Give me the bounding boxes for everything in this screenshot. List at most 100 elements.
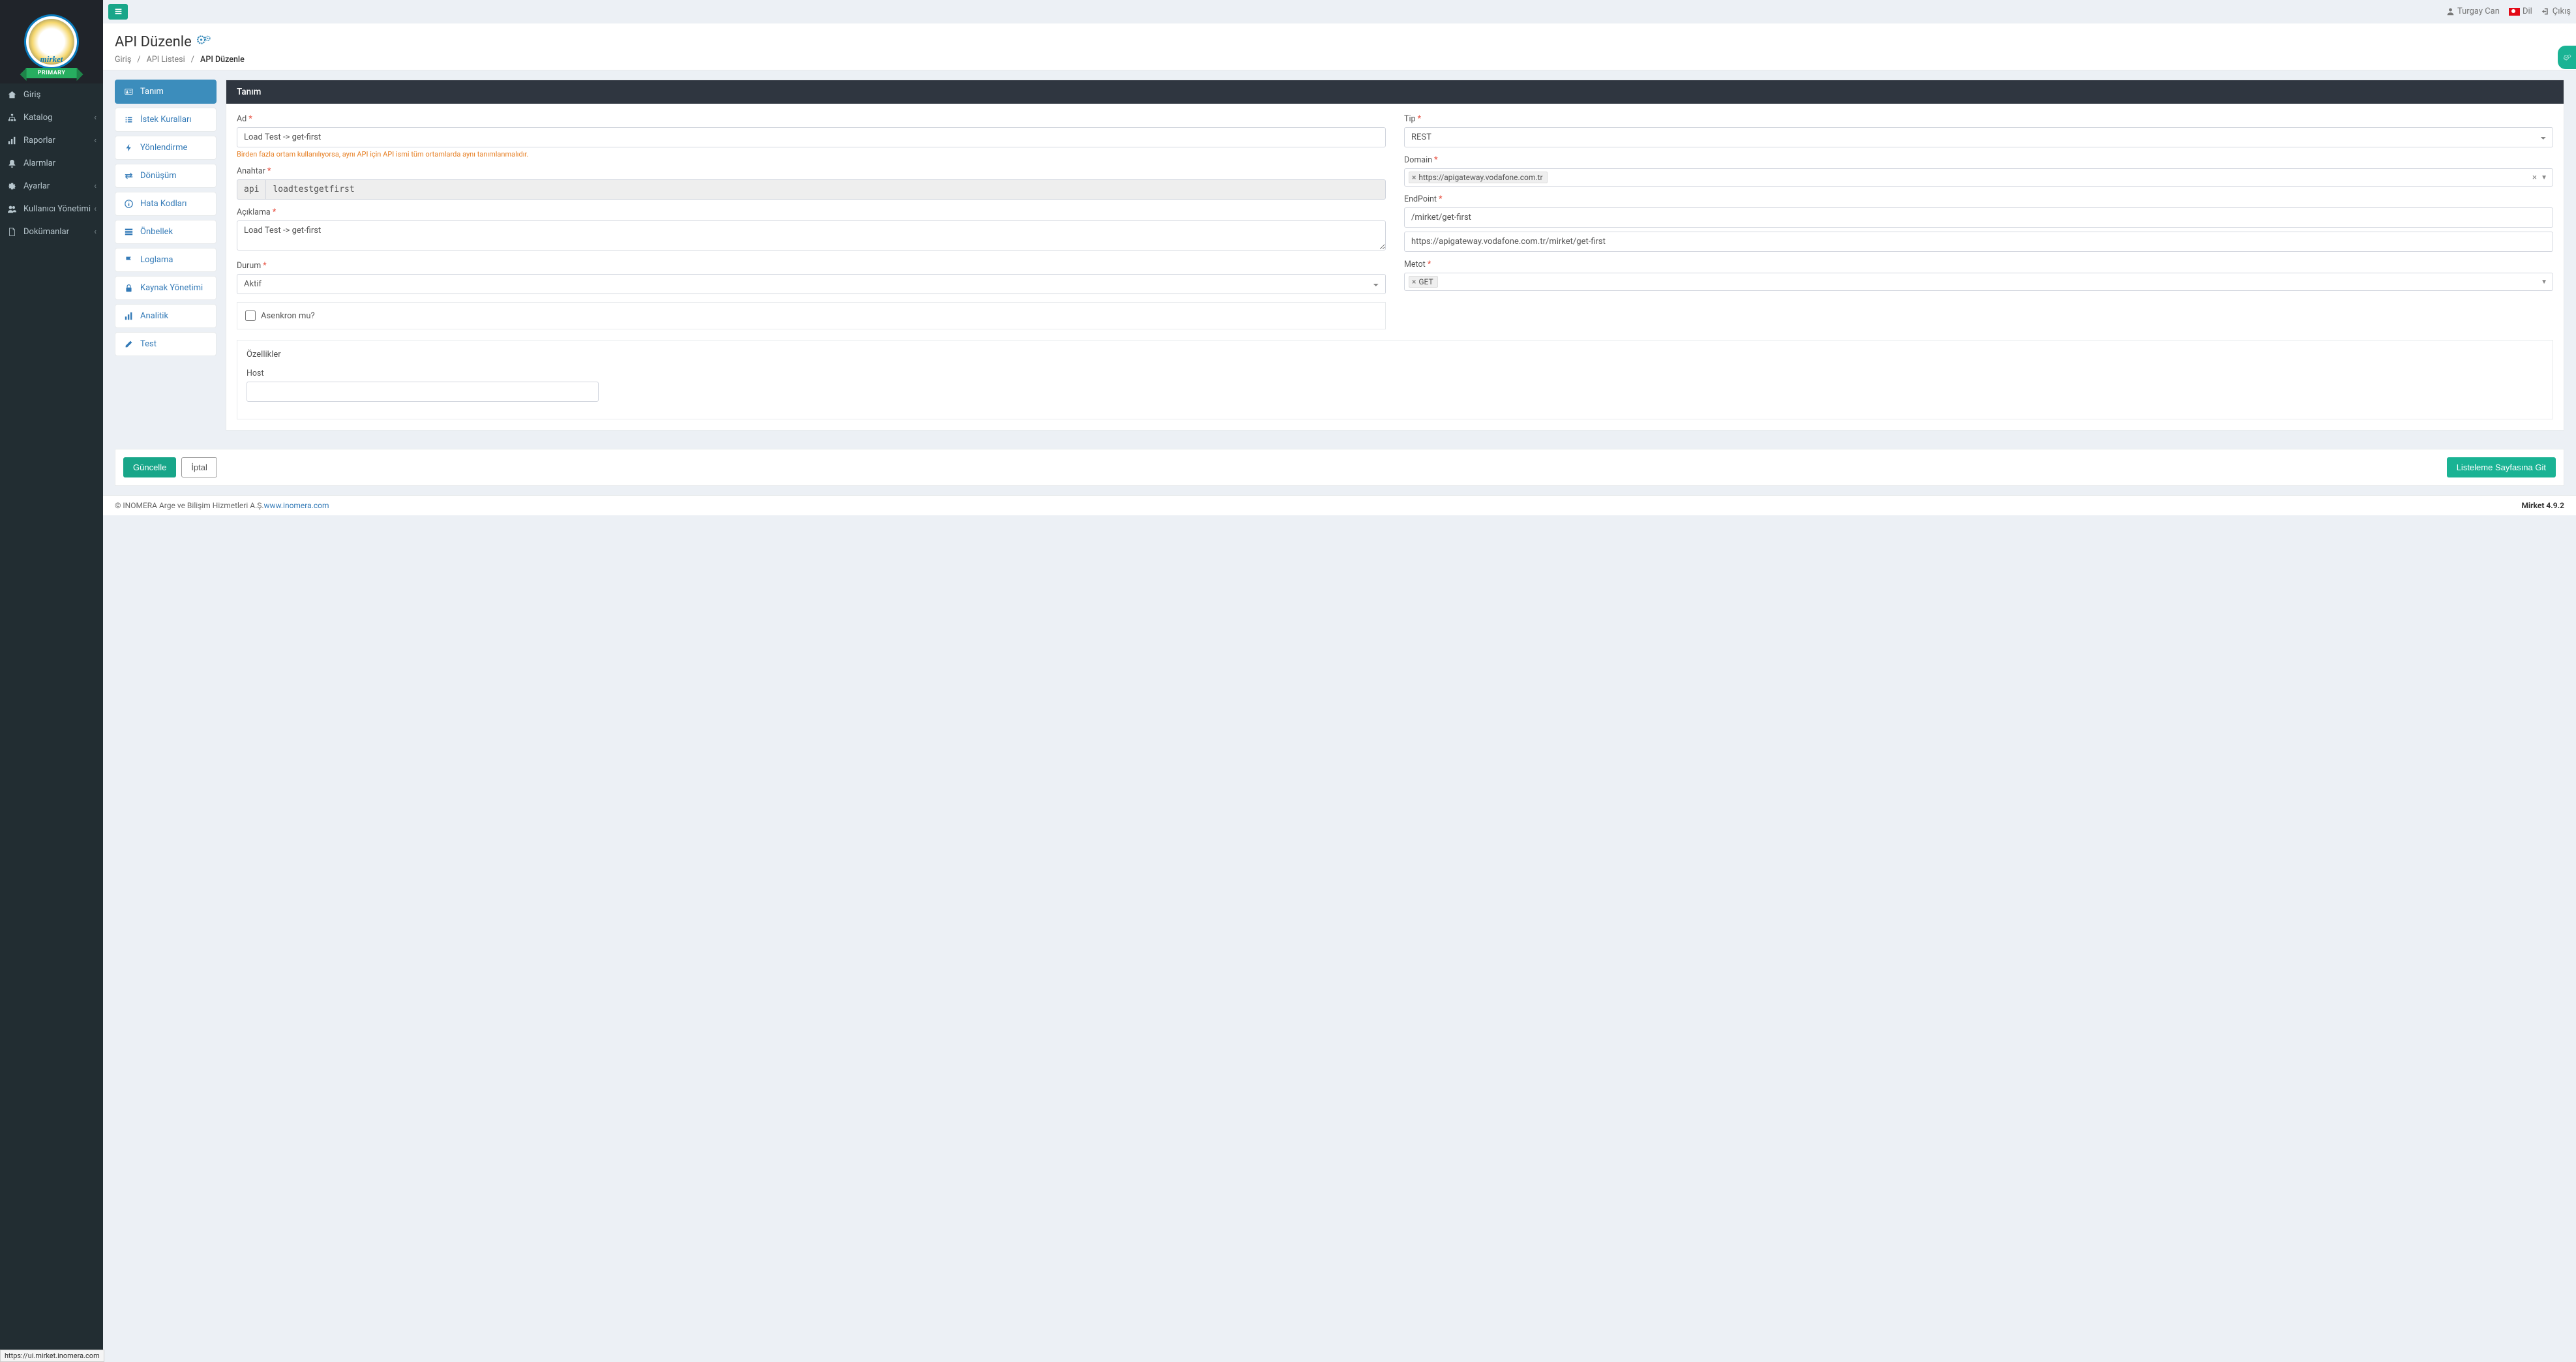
chevron-left-icon: ‹ [94,204,97,214]
breadcrumb-sep: / [137,55,140,65]
tab-label: Önbellek [140,227,173,237]
nav-item-alarmlar[interactable]: Alarmlar [0,152,103,175]
select-tip[interactable]: REST [1404,127,2553,147]
tab-label: İstek Kuralları [140,115,192,125]
label-ad: Ad * [237,114,1386,124]
logout-button[interactable]: Çıkış [2541,7,2571,16]
tab-yonlendirme[interactable]: Yönlendirme [115,136,217,160]
logout-icon [2541,7,2550,16]
select-durum[interactable]: Aktif [237,274,1386,294]
gears-icon [2563,53,2571,62]
gears-icon [197,33,211,51]
lock-icon [125,284,134,292]
footer-copyright: © INOMERA Arge ve Bilişim Hizmetleri A.Ş… [115,501,264,510]
flag-icon [125,256,134,264]
nav-label: Kullanıcı Yönetimi [23,204,91,214]
nav-label: Katalog [23,113,52,123]
nav-label: Alarmlar [23,159,55,168]
tab-label: Kaynak Yönetimi [140,283,203,293]
nav-label: Giriş [23,90,40,100]
storage-icon [125,228,134,236]
logo[interactable]: mirket [24,14,79,69]
nav-item-ayarlar[interactable]: Ayarlar ‹ [0,175,103,198]
breadcrumb-active: API Düzenle [200,55,245,65]
topbar-right: Turgay Can Dil Çıkış [2446,7,2571,16]
clear-icon[interactable]: × [2532,173,2537,183]
domain-tag: ×https://apigateway.vodafone.com.tr [1409,172,1548,183]
label-durum: Durum * [237,261,1386,271]
label-aciklama: Açıklama * [237,207,1386,217]
chevron-down-icon[interactable]: ▼ [2541,174,2547,181]
user-menu[interactable]: Turgay Can [2446,7,2500,16]
chevron-down-icon[interactable]: ▼ [2541,279,2547,286]
checkbox-asenkron[interactable] [245,310,256,321]
side-tabs: Tanım İstek Kuralları Yönlendirme Dönüşü… [115,80,217,431]
breadcrumb-link[interactable]: Giriş [115,55,131,65]
tab-kaynak-yonetimi[interactable]: Kaynak Yönetimi [115,276,217,300]
form-col-right: Tip * REST Domain * ×https://apigateway.… [1404,114,2553,329]
nav-label: Dokümanlar [23,227,69,237]
update-button[interactable]: Güncelle [123,457,176,477]
nav-item-kullanici[interactable]: Kullanıcı Yönetimi ‹ [0,198,103,220]
hint-ad: Birden fazla ortam kullanılıyorsa, aynı … [237,150,1386,159]
page-header: API Düzenle Giriş / API Listesi / API Dü… [103,23,2576,70]
metot-tag: ×GET [1409,276,1438,288]
nav-item-giris[interactable]: Giriş [0,83,103,106]
nav-item-katalog[interactable]: Katalog ‹ [0,106,103,129]
anahtar-prefix: api [237,179,265,200]
tab-label: Dönüşüm [140,171,177,181]
textarea-aciklama[interactable] [237,220,1386,250]
tab-onbellek[interactable]: Önbellek [115,220,217,244]
label-tip: Tip * [1404,114,2553,124]
tag-remove-icon[interactable]: × [1412,173,1416,182]
action-bar: Güncelle İptal Listeleme Sayfasına Git [115,449,2564,486]
footer-version: Mirket 4.9.2 [2521,501,2564,510]
main-nav: Giriş Katalog ‹ Raporlar ‹ Alarmlar Ayar… [0,83,103,243]
domain-tag-text: https://apigateway.vodafone.com.tr [1418,173,1542,182]
chart-icon [8,136,18,145]
language-menu[interactable]: Dil [2509,7,2532,16]
resolved-url [1404,232,2553,252]
tab-donusum[interactable]: Dönüşüm [115,164,217,188]
flag-tr-icon [2509,8,2520,16]
form-panel: Tanım Ad * Birden fazla ortam kullanılıy… [226,80,2564,431]
tab-test[interactable]: Test [115,332,217,356]
nav-item-dokumanlar[interactable]: Dokümanlar ‹ [0,220,103,243]
breadcrumb-link[interactable]: API Listesi [147,55,185,65]
sitemap-icon [8,113,18,122]
features-box: Özellikler Host [237,340,2553,419]
user-name: Turgay Can [2457,7,2500,16]
doc-icon [8,228,18,236]
nav-item-raporlar[interactable]: Raporlar ‹ [0,129,103,152]
floating-settings-button[interactable] [2558,46,2576,69]
input-endpoint[interactable] [1404,207,2553,228]
nav-label: Ayarlar [23,181,50,191]
tab-hata-kodlari[interactable]: Hata Kodları [115,192,217,216]
page-title-text: API Düzenle [115,34,192,50]
tab-label: Loglama [140,255,173,265]
tag-remove-icon[interactable]: × [1412,277,1416,286]
input-anahtar [265,179,1386,200]
cancel-button[interactable]: İptal [181,457,217,477]
main-area: Turgay Can Dil Çıkış API Düzenle [103,0,2576,1362]
input-ad[interactable] [237,127,1386,147]
domain-tag-input[interactable]: ×https://apigateway.vodafone.com.tr × ▼ [1404,168,2553,187]
tab-istek-kurallari[interactable]: İstek Kuralları [115,108,217,132]
go-to-list-button[interactable]: Listeleme Sayfasına Git [2447,457,2556,477]
input-host[interactable] [247,382,599,402]
tab-tanim[interactable]: Tanım [115,80,217,104]
footer-link[interactable]: www.inomera.com [264,501,329,510]
label-anahtar: Anahtar * [237,166,1386,176]
menu-toggle-button[interactable] [108,4,128,20]
tab-label: Tanım [140,87,164,97]
label-asenkron: Asenkron mu? [261,311,315,321]
logo-text: mirket [29,19,74,65]
breadcrumb-sep: / [191,55,194,65]
features-title: Özellikler [247,350,2543,359]
tab-analitik[interactable]: Analitik [115,304,217,328]
tab-loglama[interactable]: Loglama [115,248,217,272]
info-icon [125,200,134,208]
tab-label: Yönlendirme [140,143,187,153]
browser-status-url: https://ui.mirket.inomera.com [0,1350,104,1362]
metot-tag-input[interactable]: ×GET ▼ [1404,273,2553,291]
